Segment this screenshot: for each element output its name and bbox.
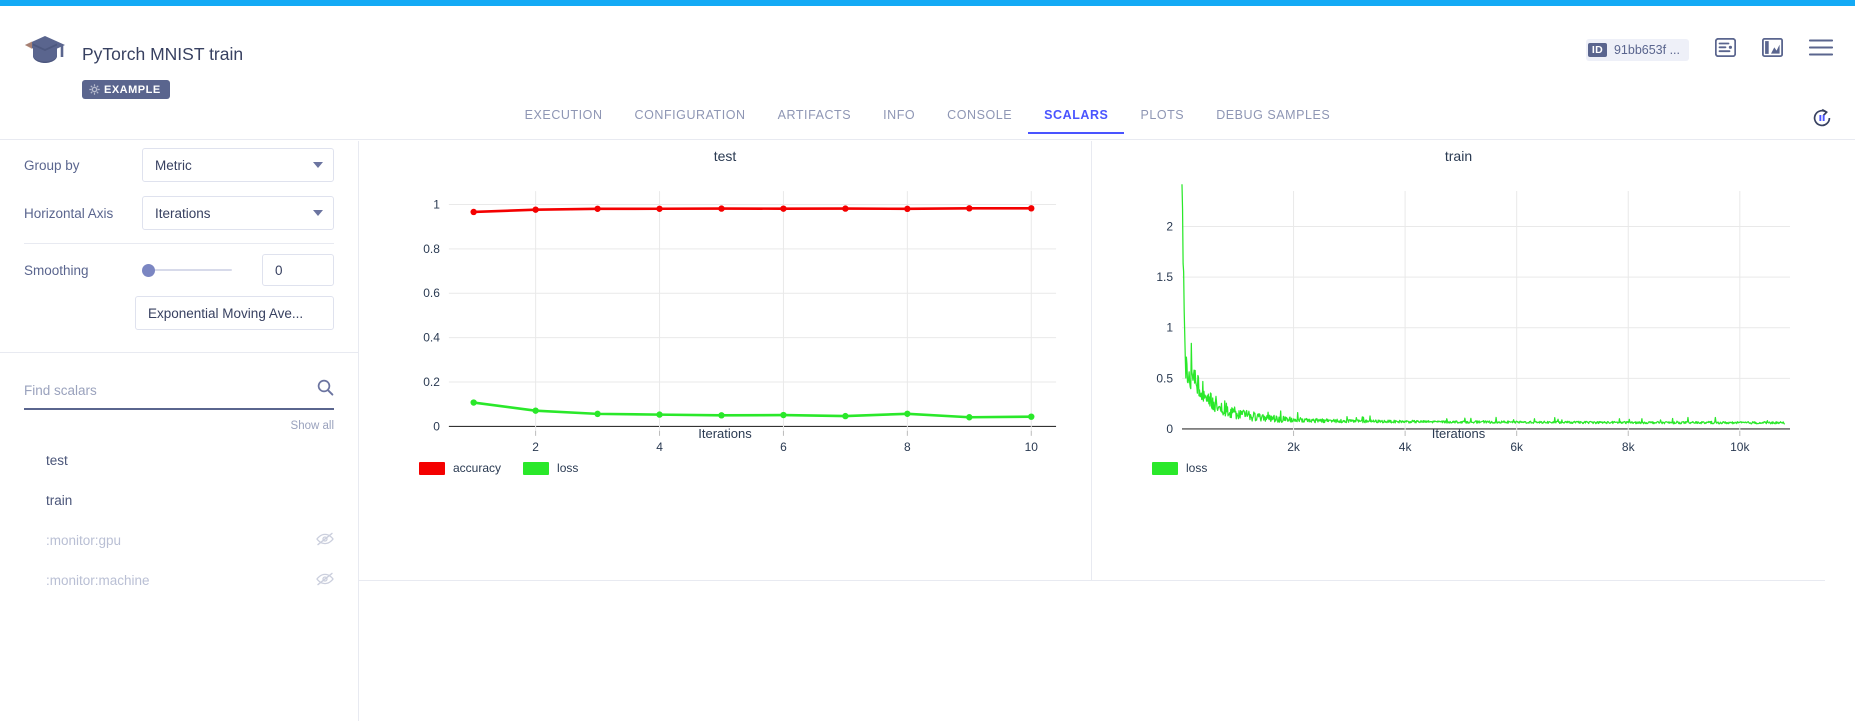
tab-execution[interactable]: EXECUTION xyxy=(509,100,619,134)
chart-legend-train: loss xyxy=(1152,461,1207,475)
scalar-item-monitor-machine[interactable]: :monitor:machine xyxy=(0,560,358,600)
charts-area: test 00.20.40.60.81246810 Iterations acc… xyxy=(359,141,1855,581)
tab-console[interactable]: CONSOLE xyxy=(931,100,1028,134)
scalar-item-label: test xyxy=(46,453,68,468)
tab-configuration[interactable]: CONFIGURATION xyxy=(619,100,762,134)
tab-list: EXECUTION CONFIGURATION ARTIFACTS INFO C… xyxy=(0,100,1855,140)
search-input[interactable] xyxy=(24,383,317,398)
svg-text:0.5: 0.5 xyxy=(1156,371,1173,385)
tab-bar: EXECUTION CONFIGURATION ARTIFACTS INFO C… xyxy=(0,100,1855,140)
legend-swatch-loss xyxy=(523,462,549,475)
tab-info[interactable]: INFO xyxy=(867,100,931,134)
svg-text:2: 2 xyxy=(1166,219,1173,233)
legend-swatch-accuracy xyxy=(419,462,445,475)
svg-text:10k: 10k xyxy=(1730,440,1750,454)
page-title: PyTorch MNIST train xyxy=(82,44,243,65)
tab-plots[interactable]: PLOTS xyxy=(1124,100,1200,134)
svg-text:8: 8 xyxy=(904,440,911,454)
smoothing-value-input[interactable]: 0 xyxy=(262,254,334,286)
svg-text:1.5: 1.5 xyxy=(1156,270,1173,284)
smoothing-algorithm-value: Exponential Moving Ave... xyxy=(148,306,303,321)
chart-panel-train: train 00.511.522k4k6k8k10k Iterations lo… xyxy=(1092,141,1825,581)
chart-legend-test: accuracy loss xyxy=(419,461,578,475)
chevron-down-icon xyxy=(313,210,323,216)
chevron-down-icon xyxy=(313,162,323,168)
svg-text:0.8: 0.8 xyxy=(423,242,440,256)
svg-text:4: 4 xyxy=(656,440,663,454)
group-by-label: Group by xyxy=(24,158,142,173)
search-icon[interactable] xyxy=(317,379,334,401)
svg-text:10: 10 xyxy=(1025,440,1039,454)
legend-swatch-loss xyxy=(1152,462,1178,475)
smoothing-row: Smoothing 0 xyxy=(0,248,358,292)
chart-xlabel-test: Iterations xyxy=(359,426,1091,441)
horizontal-axis-value: Iterations xyxy=(155,206,211,221)
scalar-item-label: train xyxy=(46,493,72,508)
group-by-row: Group by Metric xyxy=(0,141,358,189)
horizontal-axis-select[interactable]: Iterations xyxy=(142,196,334,230)
svg-text:6: 6 xyxy=(780,440,787,454)
find-scalars-box xyxy=(0,353,358,410)
compare-icon[interactable] xyxy=(1762,38,1783,62)
scalar-metric-list: test train :monitor:gpu :monitor:machine xyxy=(0,432,358,600)
tab-scalars[interactable]: SCALARS xyxy=(1028,100,1124,134)
hamburger-menu-icon[interactable] xyxy=(1809,39,1833,61)
svg-text:8k: 8k xyxy=(1622,440,1636,454)
sidebar-divider xyxy=(24,243,334,244)
gear-icon xyxy=(89,84,100,95)
scalar-item-monitor-gpu[interactable]: :monitor:gpu xyxy=(0,520,358,560)
svg-text:6k: 6k xyxy=(1510,440,1524,454)
legend-label-loss: loss xyxy=(1186,461,1207,475)
eye-off-icon[interactable] xyxy=(316,572,334,589)
scalar-item-test[interactable]: test xyxy=(0,440,358,480)
scalars-sidebar: Group by Metric Horizontal Axis Iteratio… xyxy=(0,141,359,721)
legend-item-loss[interactable]: loss xyxy=(1152,461,1207,475)
legend-label-loss: loss xyxy=(557,461,578,475)
smoothing-slider-thumb[interactable] xyxy=(142,264,155,277)
horizontal-axis-row: Horizontal Axis Iterations xyxy=(0,189,358,237)
svg-text:0.4: 0.4 xyxy=(423,331,440,345)
smoothing-slider-track xyxy=(146,269,232,271)
log-icon[interactable] xyxy=(1715,38,1736,62)
scalar-item-label: :monitor:gpu xyxy=(46,533,121,548)
group-by-select[interactable]: Metric xyxy=(142,148,334,182)
eye-off-icon[interactable] xyxy=(316,532,334,549)
svg-text:1: 1 xyxy=(1166,321,1173,335)
example-badge-label: EXAMPLE xyxy=(104,84,161,96)
smoothing-label: Smoothing xyxy=(24,263,142,278)
horizontal-axis-label: Horizontal Axis xyxy=(24,206,142,221)
header-actions: ID 91bb653f ... xyxy=(1586,38,1833,62)
find-scalars-line xyxy=(24,379,334,410)
svg-text:2: 2 xyxy=(532,440,539,454)
task-id-value: 91bb653f ... xyxy=(1614,43,1680,57)
chart-xlabel-train: Iterations xyxy=(1092,426,1825,441)
graduation-cap-icon xyxy=(24,32,66,72)
svg-text:2k: 2k xyxy=(1287,440,1301,454)
scalar-item-label: :monitor:machine xyxy=(46,573,150,588)
auto-refresh-pause-icon[interactable] xyxy=(1811,107,1833,134)
smoothing-algorithm-row: Exponential Moving Ave... xyxy=(0,292,358,330)
legend-item-loss[interactable]: loss xyxy=(523,461,578,475)
tab-debug-samples[interactable]: DEBUG SAMPLES xyxy=(1200,100,1346,134)
legend-label-accuracy: accuracy xyxy=(453,461,501,475)
group-by-value: Metric xyxy=(155,158,192,173)
tab-artifacts[interactable]: ARTIFACTS xyxy=(762,100,867,134)
page-body: Group by Metric Horizontal Axis Iteratio… xyxy=(0,141,1855,721)
page-header: PyTorch MNIST train EXAMPLE ID 91bb653f … xyxy=(0,6,1855,100)
scalar-item-train[interactable]: train xyxy=(0,480,358,520)
smoothing-algorithm-select[interactable]: Exponential Moving Ave... xyxy=(135,296,334,330)
svg-text:4k: 4k xyxy=(1399,440,1413,454)
chart-panel-test: test 00.20.40.60.81246810 Iterations acc… xyxy=(359,141,1092,581)
example-badge: EXAMPLE xyxy=(82,80,170,99)
legend-item-accuracy[interactable]: accuracy xyxy=(419,461,501,475)
show-all-link[interactable]: Show all xyxy=(0,410,358,432)
svg-text:0.2: 0.2 xyxy=(423,375,440,389)
task-id-chip[interactable]: ID 91bb653f ... xyxy=(1586,39,1689,61)
smoothing-value: 0 xyxy=(275,263,283,278)
svg-text:0.6: 0.6 xyxy=(423,286,440,300)
svg-text:1: 1 xyxy=(433,197,440,211)
smoothing-slider[interactable] xyxy=(142,260,248,280)
task-id-label: ID xyxy=(1588,43,1607,58)
